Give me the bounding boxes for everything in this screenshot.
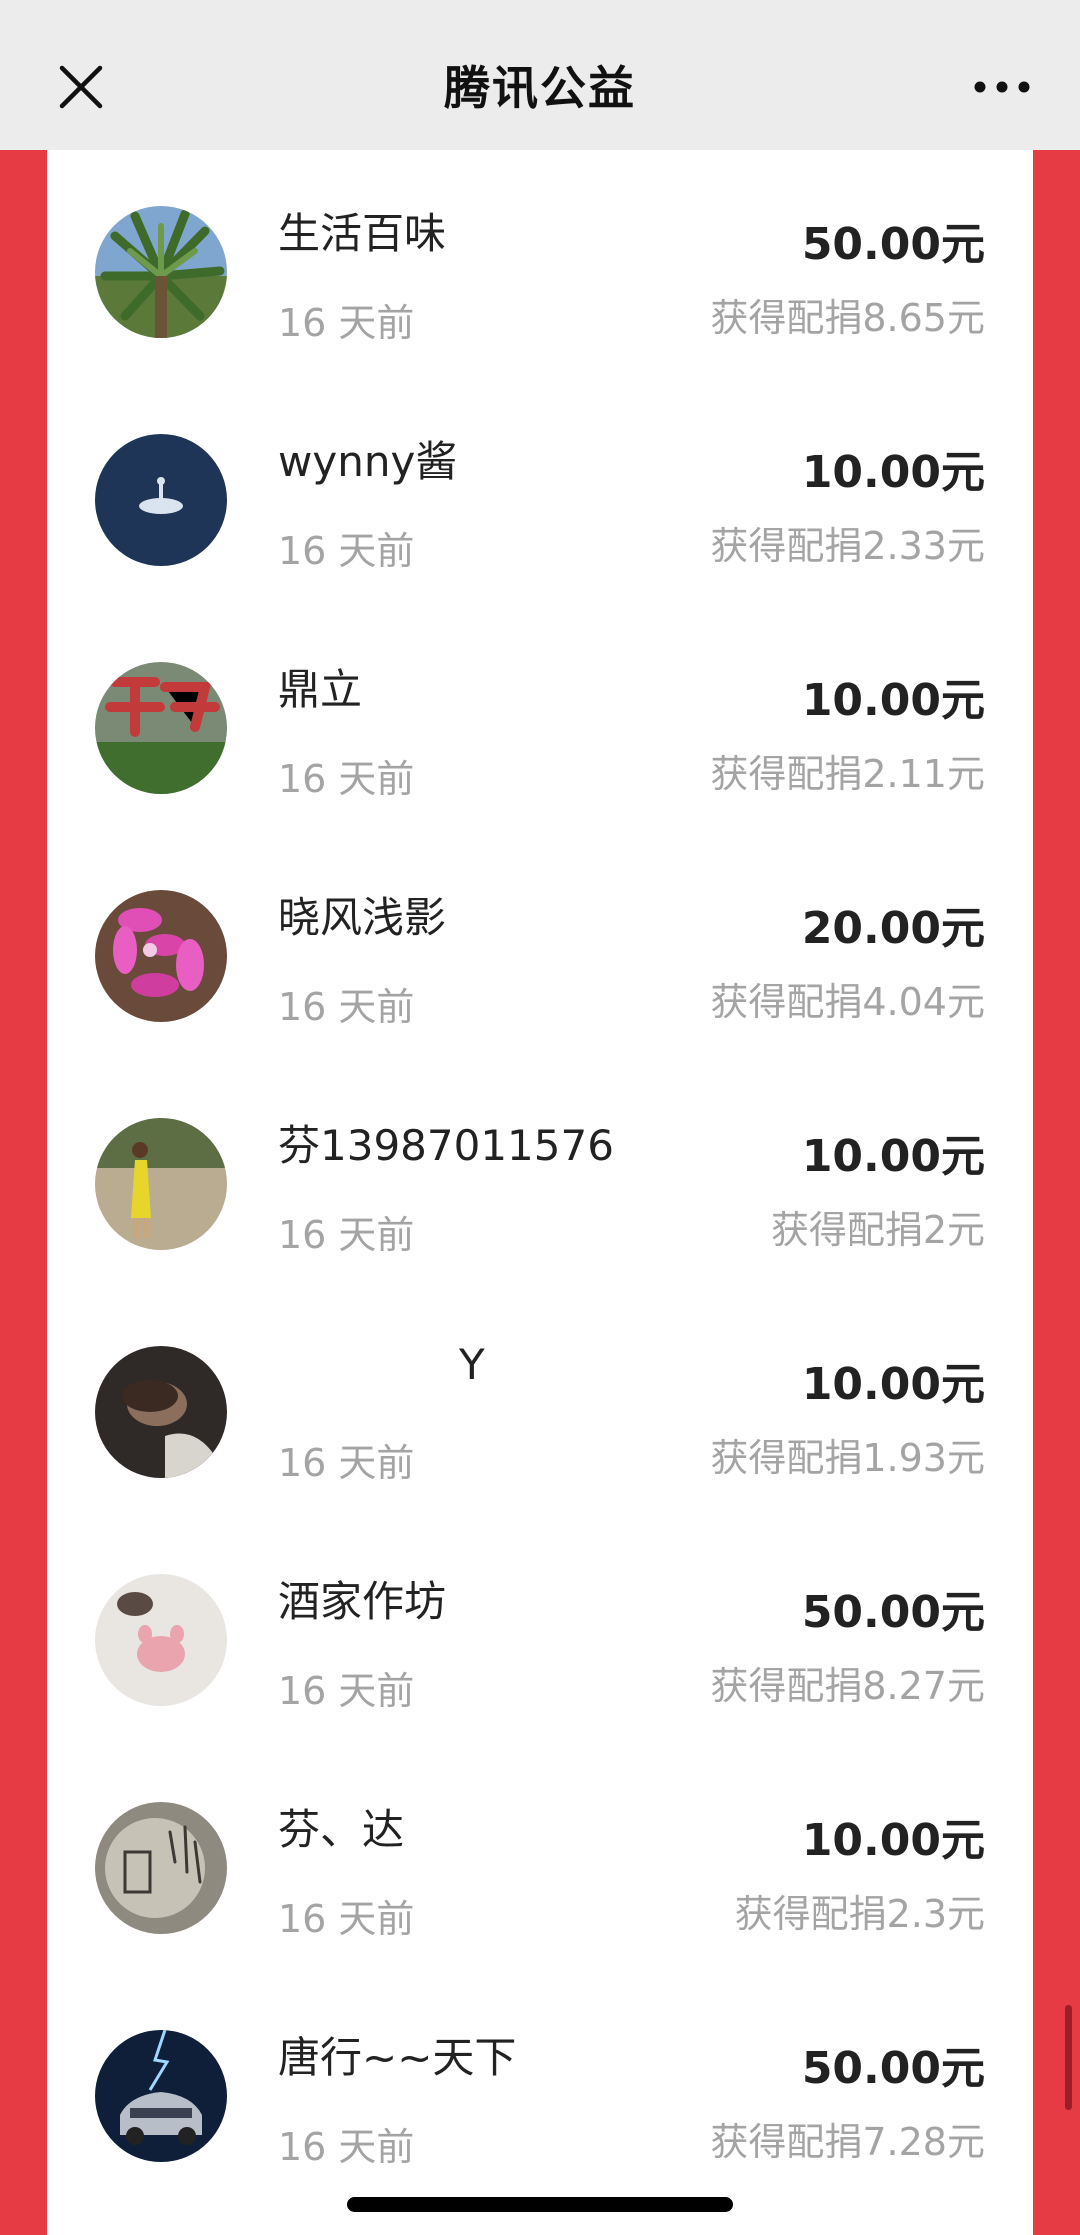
donation-row[interactable]: 芬13987011576 16 天前 10.00元 获得配捐2元	[47, 1062, 1033, 1290]
matching-amount: 获得配捐4.04元	[710, 980, 985, 1024]
donation-amount: 10.00元	[801, 447, 985, 498]
matching-amount: 获得配捐2元	[770, 1208, 985, 1252]
donor-avatar	[95, 1118, 227, 1250]
donation-time: 16 天前	[278, 1669, 415, 1713]
navigation-bar: 腾讯公益	[0, 0, 1080, 150]
donation-time: 16 天前	[278, 529, 415, 573]
donation-amount: 20.00元	[801, 903, 985, 954]
donation-amount: 10.00元	[801, 675, 985, 726]
person-portrait-photo	[95, 1346, 227, 1478]
matching-amount: 获得配捐2.3元	[734, 1892, 985, 1936]
donation-row[interactable]: 晓风浅影 16 天前 20.00元 获得配捐4.04元	[47, 834, 1033, 1062]
donation-row[interactable]: 鼎立 16 天前 10.00元 获得配捐2.11元	[47, 606, 1033, 834]
donation-amount: 50.00元	[801, 1587, 985, 1638]
donation-row[interactable]: Y 16 天前 10.00元 获得配捐1.93元	[47, 1290, 1033, 1518]
donation-amount: 50.00元	[801, 2043, 985, 2094]
donation-time: 16 天前	[278, 1441, 415, 1485]
palm-tree-photo	[95, 206, 227, 338]
home-indicator[interactable]	[347, 2197, 733, 2212]
cat-paw-photo	[95, 1574, 227, 1706]
donor-name: 芬13987011576	[278, 1121, 614, 1170]
donation-row[interactable]: wynny酱 16 天前 10.00元 获得配捐2.33元	[47, 378, 1033, 606]
ink-sketch-image	[95, 1802, 227, 1934]
matching-amount: 获得配捐8.65元	[710, 296, 985, 340]
red-calligraphy-photo	[95, 662, 227, 794]
donor-name: Y	[459, 1340, 485, 1389]
donor-avatar	[95, 1802, 227, 1934]
donation-amount: 10.00元	[801, 1359, 985, 1410]
donor-name: 唐行~~天下	[278, 2033, 517, 2082]
donation-list: 生活百味 16 天前 50.00元 获得配捐8.65元 wynny酱 16 天前…	[47, 150, 1033, 2235]
donation-row[interactable]: 唐行~~天下 16 天前 50.00元 获得配捐7.28元	[47, 1974, 1033, 2202]
donor-avatar	[95, 434, 227, 566]
donation-time: 16 天前	[278, 1897, 415, 1941]
donation-time: 16 天前	[278, 301, 415, 345]
more-button[interactable]	[972, 62, 1032, 112]
donation-time: 16 天前	[278, 985, 415, 1029]
person-in-garden-photo	[95, 1118, 227, 1250]
matching-amount: 获得配捐2.11元	[710, 752, 985, 796]
donation-amount: 10.00元	[801, 1131, 985, 1182]
donor-name: 芬、达	[278, 1805, 405, 1854]
donor-avatar	[95, 890, 227, 1022]
matching-amount: 获得配捐2.33元	[710, 524, 985, 568]
donation-time: 16 天前	[278, 2125, 415, 2169]
donation-amount: 50.00元	[801, 219, 985, 270]
scrollbar[interactable]	[1065, 2005, 1072, 2110]
donor-avatar	[95, 1574, 227, 1706]
donation-row[interactable]: 芬、达 16 天前 10.00元 获得配捐2.3元	[47, 1746, 1033, 1974]
matching-amount: 获得配捐7.28元	[710, 2120, 985, 2164]
moon-illustration	[95, 434, 227, 566]
donor-name: wynny酱	[278, 437, 458, 486]
donation-time: 16 天前	[278, 1213, 415, 1257]
matching-amount: 获得配捐8.27元	[710, 1664, 985, 1708]
car-lightning-photo	[95, 2030, 227, 2162]
more-dots-icon	[974, 81, 1030, 93]
donor-name: 酒家作坊	[278, 1577, 447, 1626]
donor-avatar	[95, 2030, 227, 2162]
pink-flower-photo	[95, 890, 227, 1022]
donation-row[interactable]: 酒家作坊 16 天前 50.00元 获得配捐8.27元	[47, 1518, 1033, 1746]
donor-avatar	[95, 662, 227, 794]
donor-name: 生活百味	[278, 209, 447, 258]
donor-name: 鼎立	[278, 665, 363, 714]
donor-avatar	[95, 206, 227, 338]
donation-amount: 10.00元	[801, 1815, 985, 1866]
page-title: 腾讯公益	[444, 61, 636, 115]
donor-avatar	[95, 1346, 227, 1478]
donation-time: 16 天前	[278, 757, 415, 801]
donor-name: 晓风浅影	[278, 893, 447, 942]
donation-row[interactable]: 生活百味 16 天前 50.00元 获得配捐8.65元	[47, 150, 1033, 378]
matching-amount: 获得配捐1.93元	[710, 1436, 985, 1480]
